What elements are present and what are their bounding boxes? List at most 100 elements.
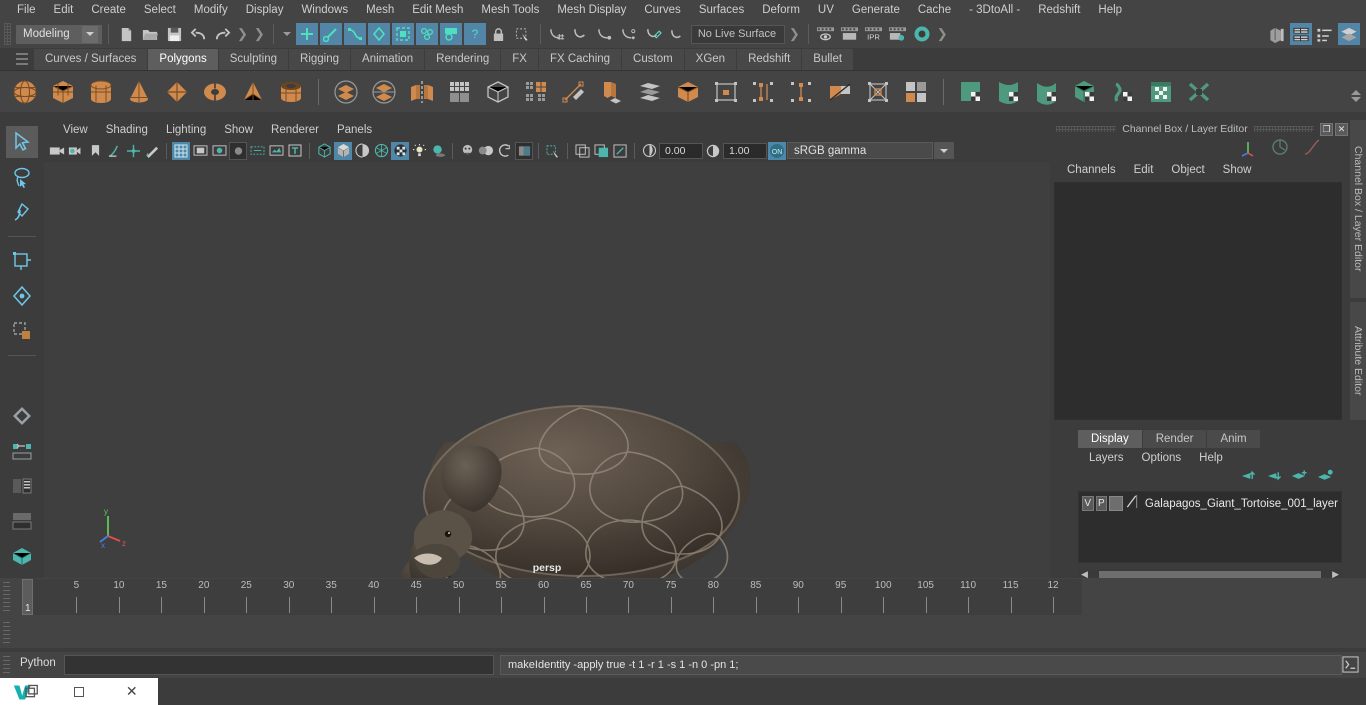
command-result-field[interactable]: makeIdentity -apply true -t 1 -r 1 -s 1 … (500, 655, 1342, 675)
reduce-icon[interactable] (519, 75, 553, 109)
current-time-indicator[interactable]: 1 (22, 579, 33, 615)
manipulator-icon[interactable] (1270, 137, 1290, 162)
channelbox-menu-edit[interactable]: Edit (1125, 164, 1163, 176)
render-settings-icon[interactable] (887, 23, 909, 45)
exposure-icon[interactable] (640, 142, 658, 160)
shadows-icon[interactable] (429, 142, 447, 160)
multisample-aa-icon[interactable] (496, 142, 514, 160)
menu-item-help[interactable]: Help (1089, 0, 1131, 20)
chevron-down-icon[interactable] (82, 25, 98, 43)
append-polygon-icon[interactable] (709, 75, 743, 109)
motion-blur-icon[interactable] (477, 142, 495, 160)
hypershade-icon[interactable] (911, 23, 933, 45)
toolbar-expand-right-icon[interactable]: ❯ (235, 26, 250, 42)
uv-unfold-icon[interactable] (1106, 75, 1140, 109)
paint-select-tool-icon[interactable] (6, 196, 38, 228)
viewport-menu-show[interactable]: Show (215, 124, 262, 136)
scroll-down-icon[interactable] (1351, 97, 1361, 102)
poly-torus-icon[interactable] (198, 75, 232, 109)
select-by-hierarchy-icon[interactable] (295, 23, 318, 45)
select-tool-render-icon[interactable] (439, 23, 462, 45)
poly-cone-icon[interactable] (122, 75, 156, 109)
shelf-tab-polygons[interactable]: Polygons (148, 49, 219, 70)
uv-automatic-icon[interactable] (1068, 75, 1102, 109)
select-by-object-icon[interactable] (319, 23, 342, 45)
close-window-icon[interactable]: ✕ (105, 678, 158, 705)
shelf-tab-fx[interactable]: FX (501, 49, 539, 70)
toolbar-expand-right-2-icon[interactable]: ❯ (252, 26, 267, 42)
new-layer-from-selected-icon[interactable] (1317, 469, 1334, 488)
viewport-menu-renderer[interactable]: Renderer (262, 124, 328, 136)
offset-edge-loop-icon[interactable] (785, 75, 819, 109)
separate-icon[interactable] (367, 75, 401, 109)
uv-editor-icon[interactable] (1144, 75, 1178, 109)
viewport-menu-shading[interactable]: Shading (97, 124, 157, 136)
layer-name[interactable]: Galapagos_Giant_Tortoise_001_layer (1141, 498, 1338, 510)
snap-to-view-plane-icon[interactable] (643, 23, 665, 45)
viewport-menu-view[interactable]: View (54, 124, 97, 136)
select-tool-plus-icon[interactable] (367, 23, 390, 45)
scroll-up-icon[interactable] (1351, 90, 1361, 95)
poly-pyramid-icon[interactable] (236, 75, 270, 109)
menu-item-cache[interactable]: Cache (909, 0, 960, 20)
menu-item-redshift[interactable]: Redshift (1029, 0, 1089, 20)
shelf-tab-custom[interactable]: Custom (622, 49, 685, 70)
menu-item-mesh[interactable]: Mesh (357, 0, 403, 20)
menu-item-create[interactable]: Create (82, 0, 135, 20)
channelbox-menu-object[interactable]: Object (1162, 164, 1213, 176)
isolate-select-icon[interactable] (573, 142, 591, 160)
uv-cut-sew-icon[interactable] (1182, 75, 1216, 109)
menu-item-curves[interactable]: Curves (635, 0, 689, 20)
shelf-tab-rendering[interactable]: Rendering (425, 49, 502, 70)
smooth-icon[interactable] (443, 75, 477, 109)
xray-selection-icon[interactable] (544, 142, 562, 160)
layer-menu-help[interactable]: Help (1190, 452, 1232, 464)
range-slider-grip[interactable] (3, 622, 10, 644)
film-origin-icon[interactable] (248, 142, 266, 160)
lock-icon[interactable] (488, 23, 510, 45)
side-tab-attribute-editor[interactable]: Attribute Editor (1350, 302, 1366, 420)
command-input[interactable] (64, 655, 494, 675)
selection-mask-dropdown-icon[interactable] (282, 32, 291, 36)
viewport-menu-lighting[interactable]: Lighting (157, 124, 215, 136)
grease-pencil-icon[interactable] (143, 142, 161, 160)
layer-color-swatch[interactable] (1109, 496, 1123, 511)
new-layer-icon[interactable] (1291, 469, 1308, 488)
poly-cube-icon[interactable] (46, 75, 80, 109)
layer-playback-toggle[interactable]: P (1095, 496, 1108, 511)
display-layer-list[interactable]: V P Galapagos_Giant_Tortoise_001_layer (1078, 491, 1342, 563)
command-language-label[interactable]: Python (20, 657, 56, 669)
quick-layout-four-icon[interactable] (6, 435, 38, 467)
shelf-tab-rigging[interactable]: Rigging (289, 49, 352, 70)
xray-joints-icon[interactable] (611, 142, 629, 160)
quick-layout-single-icon[interactable] (6, 400, 38, 432)
move-layer-up-icon[interactable] (1239, 469, 1256, 488)
save-scene-icon[interactable] (163, 23, 185, 45)
attribute-editor-toggle-icon[interactable] (1290, 23, 1312, 45)
grid-toggle-icon[interactable] (172, 141, 190, 160)
snap-to-curve-icon[interactable] (571, 23, 593, 45)
channel-box-content[interactable] (1054, 182, 1342, 420)
move-tool-icon[interactable] (6, 245, 38, 277)
screen-space-ao-icon[interactable] (458, 142, 476, 160)
menu-item-windows[interactable]: Windows (292, 0, 357, 20)
shaded-wireframe-icon[interactable] (353, 142, 371, 160)
select-mode-help-icon[interactable]: ? (463, 23, 486, 45)
menu-item-deform[interactable]: Deform (753, 0, 809, 20)
scale-tool-icon[interactable] (6, 315, 38, 347)
shelf-tab-bullet[interactable]: Bullet (802, 49, 855, 70)
minimize-window-icon[interactable] (53, 678, 106, 705)
bevel-icon[interactable] (633, 75, 667, 109)
render-view-icon[interactable] (815, 23, 837, 45)
snap-to-point-icon[interactable] (595, 23, 617, 45)
film-gate-icon[interactable] (191, 142, 209, 160)
extract-icon[interactable] (481, 75, 515, 109)
new-scene-icon[interactable] (115, 23, 137, 45)
menu-item-generate[interactable]: Generate (843, 0, 909, 20)
color-management-toggle-icon[interactable]: ON (768, 141, 786, 160)
menu-set-selector[interactable]: Modeling (16, 24, 102, 44)
quick-layout-hypershade-icon[interactable] (6, 505, 38, 537)
marquee-select-icon[interactable] (512, 23, 534, 45)
extrude-icon[interactable] (595, 75, 629, 109)
panel-drag-dots[interactable] (1056, 126, 1117, 132)
